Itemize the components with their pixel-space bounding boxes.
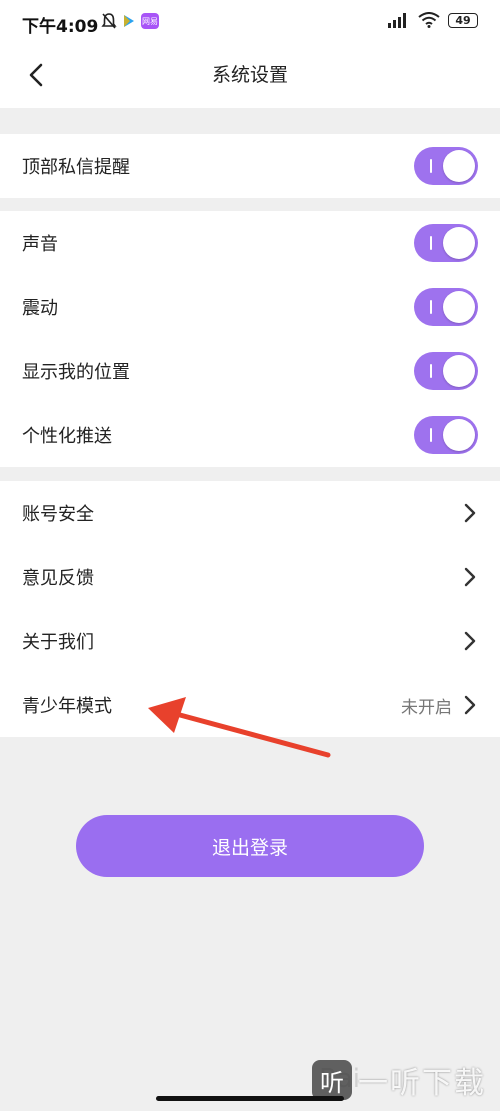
link-row-about-us[interactable]: 关于我们 xyxy=(0,609,500,673)
settings-section-notifications: 声音 震动 显示我的位置 个性化推送 xyxy=(0,211,500,467)
link-label: 账号安全 xyxy=(22,504,94,525)
link-row-feedback[interactable]: 意见反馈 xyxy=(0,545,500,609)
status-notification-icons: 网易 xyxy=(101,12,159,30)
toggle-knob xyxy=(443,355,475,387)
setting-row-sound: 声音 xyxy=(0,211,500,275)
setting-row-vibration: 震动 xyxy=(0,275,500,339)
home-indicator[interactable] xyxy=(156,1096,344,1101)
show-location-toggle[interactable] xyxy=(414,352,478,390)
sound-toggle[interactable] xyxy=(414,224,478,262)
watermark-logo-icon: 听 xyxy=(312,1060,352,1100)
toggle-knob xyxy=(443,150,475,182)
signal-icon xyxy=(388,13,406,28)
link-label: 关于我们 xyxy=(22,632,94,653)
app-badge-icon: 网易 xyxy=(141,13,159,29)
wifi-icon xyxy=(418,12,440,28)
toggle-on-mark xyxy=(430,364,432,378)
toggle-on-mark xyxy=(430,236,432,250)
page-title: 系统设置 xyxy=(211,64,288,86)
chevron-right-icon xyxy=(464,695,476,715)
battery-indicator: 49 xyxy=(448,12,478,28)
setting-label: 声音 xyxy=(22,234,58,255)
link-row-account-security[interactable]: 账号安全 xyxy=(0,481,500,545)
toggle-on-mark xyxy=(430,300,432,314)
setting-row-show-location: 显示我的位置 xyxy=(0,339,500,403)
logout-button[interactable]: 退出登录 xyxy=(76,815,424,877)
settings-section-links: 账号安全 意见反馈 关于我们 青少年模式 未开启 xyxy=(0,481,500,737)
toggle-knob xyxy=(443,419,475,451)
mute-bell-icon xyxy=(101,13,117,29)
link-label: 意见反馈 xyxy=(22,568,94,589)
settings-section-messages: 顶部私信提醒 xyxy=(0,134,500,198)
personalized-push-toggle[interactable] xyxy=(414,416,478,454)
setting-label: 震动 xyxy=(22,298,58,319)
status-time: 下午4:09 xyxy=(22,17,99,37)
teen-mode-status: 未开启 xyxy=(401,697,452,718)
toggle-on-mark xyxy=(430,159,432,173)
chevron-right-icon xyxy=(464,631,476,651)
toggle-on-mark xyxy=(430,428,432,442)
setting-label: 显示我的位置 xyxy=(22,362,130,383)
setting-row-personalized-push: 个性化推送 xyxy=(0,403,500,467)
vibration-toggle[interactable] xyxy=(414,288,478,326)
status-bar: 下午4:09 网易 49 xyxy=(0,0,500,46)
setting-label: 个性化推送 xyxy=(22,426,112,447)
link-label: 青少年模式 xyxy=(22,696,112,717)
setting-label: 顶部私信提醒 xyxy=(22,157,130,178)
play-store-icon xyxy=(124,15,134,27)
status-system-icons: 49 xyxy=(386,12,478,28)
toggle-knob xyxy=(443,291,475,323)
watermark-text: 一听下载 xyxy=(358,1066,486,1101)
chevron-right-icon xyxy=(464,567,476,587)
chevron-right-icon xyxy=(464,503,476,523)
toggle-knob xyxy=(443,227,475,259)
link-row-teen-mode[interactable]: 青少年模式 未开启 xyxy=(0,673,500,737)
setting-row-top-message-alert: 顶部私信提醒 xyxy=(0,134,500,198)
top-message-alert-toggle[interactable] xyxy=(414,147,478,185)
nav-bar: 系统设置 xyxy=(0,46,500,108)
